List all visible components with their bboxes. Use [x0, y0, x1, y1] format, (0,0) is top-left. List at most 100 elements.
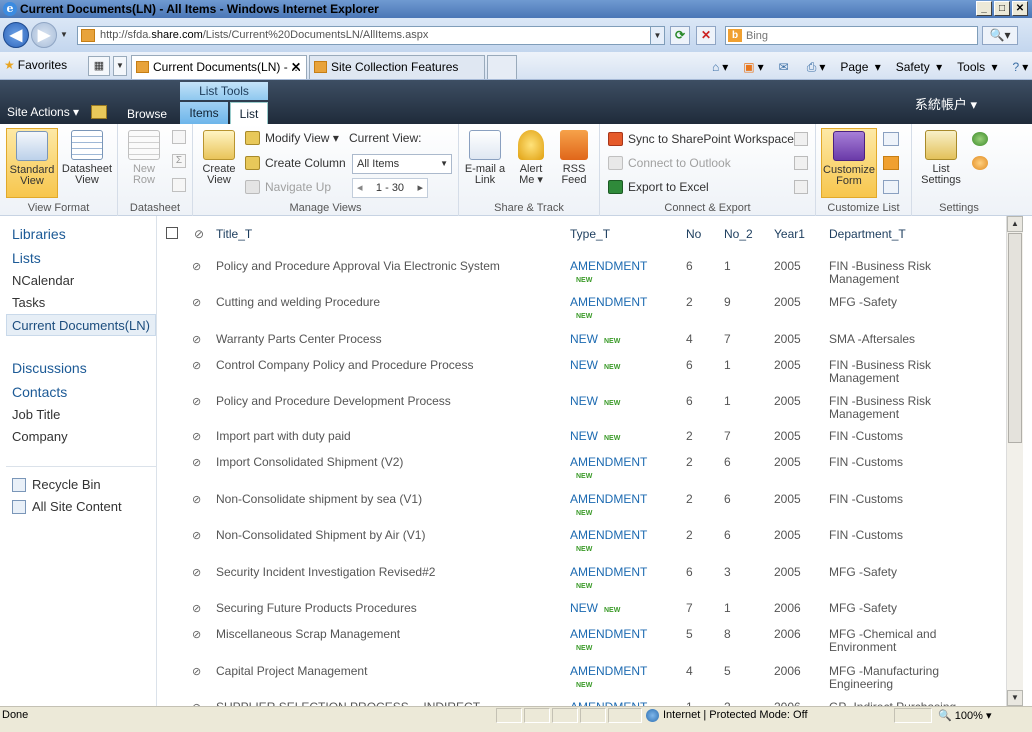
scroll-down-button[interactable]: ▼ — [1007, 690, 1023, 706]
list-settings-button[interactable]: List Settings — [918, 128, 964, 198]
rss-feed-button[interactable]: RSS Feed — [555, 128, 593, 198]
nav-ncalendar[interactable]: NCalendar — [12, 273, 74, 288]
address-url[interactable]: http://sfda.share.com/Lists/Current%20Do… — [100, 29, 428, 41]
row-title-link[interactable]: Capital Project Management — [216, 665, 556, 678]
row-title-link[interactable]: Non-Consolidate shipment by sea (V1) — [216, 493, 556, 506]
modify-view-button[interactable]: Modify View ▾ — [245, 129, 339, 147]
refresh-data-icon[interactable] — [172, 178, 186, 192]
navigate-up-button[interactable]: Navigate Up — [245, 178, 331, 196]
tab-browse[interactable]: Browse — [127, 107, 167, 121]
stop-button[interactable]: ✕ — [696, 26, 716, 45]
address-dropdown-icon[interactable]: ▼ — [650, 27, 664, 44]
permissions-icon[interactable] — [972, 132, 988, 146]
close-window-button[interactable]: ✕ — [1012, 1, 1028, 16]
email-link-button[interactable]: E-mail a Link — [463, 128, 507, 198]
row-title-link[interactable]: Cutting and welding Procedure — [216, 296, 556, 309]
nav-libraries[interactable]: Libraries — [12, 226, 66, 242]
address-bar[interactable]: http://sfda.share.com/Lists/Current%20Do… — [77, 26, 665, 45]
security-zone[interactable]: Internet | Protected Mode: Off — [646, 709, 808, 722]
quick-tabs-button[interactable]: ▦ — [88, 56, 110, 76]
column-header-no[interactable]: No — [686, 227, 701, 241]
recent-pages-dropdown[interactable]: ▼ — [60, 30, 68, 39]
tab-list-button[interactable]: ▼ — [113, 56, 127, 76]
customize-form-button[interactable]: Customize Form — [821, 128, 877, 198]
nav-tasks[interactable]: Tasks — [12, 295, 45, 310]
scroll-up-button[interactable]: ▲ — [1007, 216, 1023, 232]
standard-view-button[interactable]: Standard View — [6, 128, 58, 198]
workflow-settings-icon[interactable] — [972, 156, 988, 170]
zoom-control[interactable]: 🔍 100% ▾ — [938, 709, 991, 722]
search-input[interactable] — [746, 28, 971, 43]
close-tab-icon[interactable]: ✕ — [291, 56, 301, 78]
tab-site-collection-features[interactable]: Site Collection Features — [309, 55, 485, 79]
column-header-no2[interactable]: No_2 — [724, 227, 753, 241]
forward-button[interactable]: ▶ — [31, 22, 57, 48]
back-button[interactable]: ◀ — [3, 22, 29, 48]
alert-me-button[interactable]: Alert Me ▾ — [511, 128, 551, 198]
select-all-checkbox[interactable] — [166, 227, 178, 239]
row-title-link[interactable]: Import Consolidated Shipment (V2) — [216, 456, 556, 469]
nav-recycle-bin[interactable]: Recycle Bin — [12, 477, 101, 492]
create-view-button[interactable]: Create View — [199, 128, 239, 198]
new-row-button[interactable]: New Row — [124, 128, 164, 198]
protected-mode-pane[interactable] — [894, 708, 932, 723]
nav-job-title[interactable]: Job Title — [12, 407, 60, 422]
search-button[interactable]: 🔍▾ — [982, 26, 1018, 45]
form-web-parts-icon[interactable] — [883, 180, 899, 194]
column-header-department[interactable]: Department_T — [829, 227, 906, 241]
maximize-button[interactable]: □ — [994, 1, 1010, 16]
column-header-year[interactable]: Year1 — [774, 227, 805, 241]
row-title-link[interactable]: Securing Future Products Procedures — [216, 602, 556, 615]
edit-list-icon[interactable] — [883, 132, 899, 146]
current-view-select[interactable]: All Items ▼ — [352, 154, 452, 174]
help-button[interactable]: ? ▾ — [1007, 56, 1032, 79]
column-header-title[interactable]: Title_T — [216, 227, 252, 241]
nav-contacts[interactable]: Contacts — [12, 384, 67, 400]
scroll-thumb[interactable] — [1008, 233, 1022, 443]
row-title-link[interactable]: Warranty Parts Center Process — [216, 333, 556, 346]
next-page-button[interactable]: ▸ — [417, 179, 423, 197]
visio-icon[interactable] — [794, 132, 808, 146]
vertical-scrollbar[interactable]: ▲ ▼ — [1006, 216, 1023, 706]
project-icon[interactable] — [794, 180, 808, 194]
nav-discussions[interactable]: Discussions — [12, 360, 87, 376]
connect-outlook-button[interactable]: Connect to Outlook — [608, 154, 731, 172]
row-title-link[interactable]: Non-Consolidated Shipment by Air (V1) — [216, 529, 556, 542]
site-actions-menu[interactable]: Site Actions ▾ — [7, 105, 79, 119]
row-title-link[interactable]: Miscellaneous Scrap Management — [216, 628, 556, 641]
row-title-link[interactable]: Policy and Procedure Approval Via Electr… — [216, 260, 556, 273]
new-tab-button[interactable] — [487, 55, 517, 79]
sync-sharepoint-workspace-button[interactable]: Sync to SharePoint Workspace — [608, 130, 794, 148]
row-title-link[interactable]: Control Company Policy and Procedure Pro… — [216, 359, 556, 372]
column-header-type[interactable]: Type_T — [570, 227, 610, 241]
row-title-link[interactable]: Security Incident Investigation Revised#… — [216, 566, 556, 579]
search-box[interactable]: b — [725, 26, 978, 45]
safety-menu[interactable]: Safety ▾ — [890, 56, 945, 79]
minimize-button[interactable]: _ — [976, 1, 992, 16]
nav-company[interactable]: Company — [12, 429, 68, 444]
edit-page-icon[interactable] — [91, 105, 107, 119]
home-button[interactable]: ⌂ ▾ — [706, 56, 731, 79]
totals-icon[interactable]: Σ — [172, 154, 186, 168]
create-column-button[interactable]: Create Column — [245, 154, 346, 172]
feeds-button[interactable]: ▣ ▾ — [737, 56, 766, 79]
row-title-link[interactable]: Policy and Procedure Development Process — [216, 395, 556, 408]
previous-page-button[interactable]: ◂ — [357, 179, 363, 197]
workflow-icon[interactable] — [883, 156, 899, 170]
datasheet-view-button[interactable]: Datasheet View — [60, 128, 114, 198]
nav-lists[interactable]: Lists — [12, 250, 41, 266]
page-menu[interactable]: Page ▾ — [834, 56, 883, 79]
tools-menu[interactable]: Tools ▾ — [951, 56, 1000, 79]
nav-current-documents[interactable]: Current Documents(LN) — [6, 314, 156, 336]
refresh-button[interactable]: ⟳ — [670, 26, 690, 45]
tab-items[interactable]: Items — [180, 102, 228, 124]
tab-current-documents[interactable]: Current Documents(LN) - ... ✕ — [131, 55, 307, 79]
user-menu[interactable]: 系統帳户 ▾ — [915, 94, 977, 113]
access-icon[interactable] — [794, 156, 808, 170]
row-title-link[interactable]: Import part with duty paid — [216, 430, 556, 443]
favorites-button[interactable]: ★ Favorites — [4, 58, 67, 72]
show-taskpane-icon[interactable] — [172, 130, 186, 144]
nav-all-site-content[interactable]: All Site Content — [12, 499, 122, 514]
export-excel-button[interactable]: Export to Excel — [608, 178, 709, 196]
tab-list[interactable]: List — [230, 102, 268, 124]
